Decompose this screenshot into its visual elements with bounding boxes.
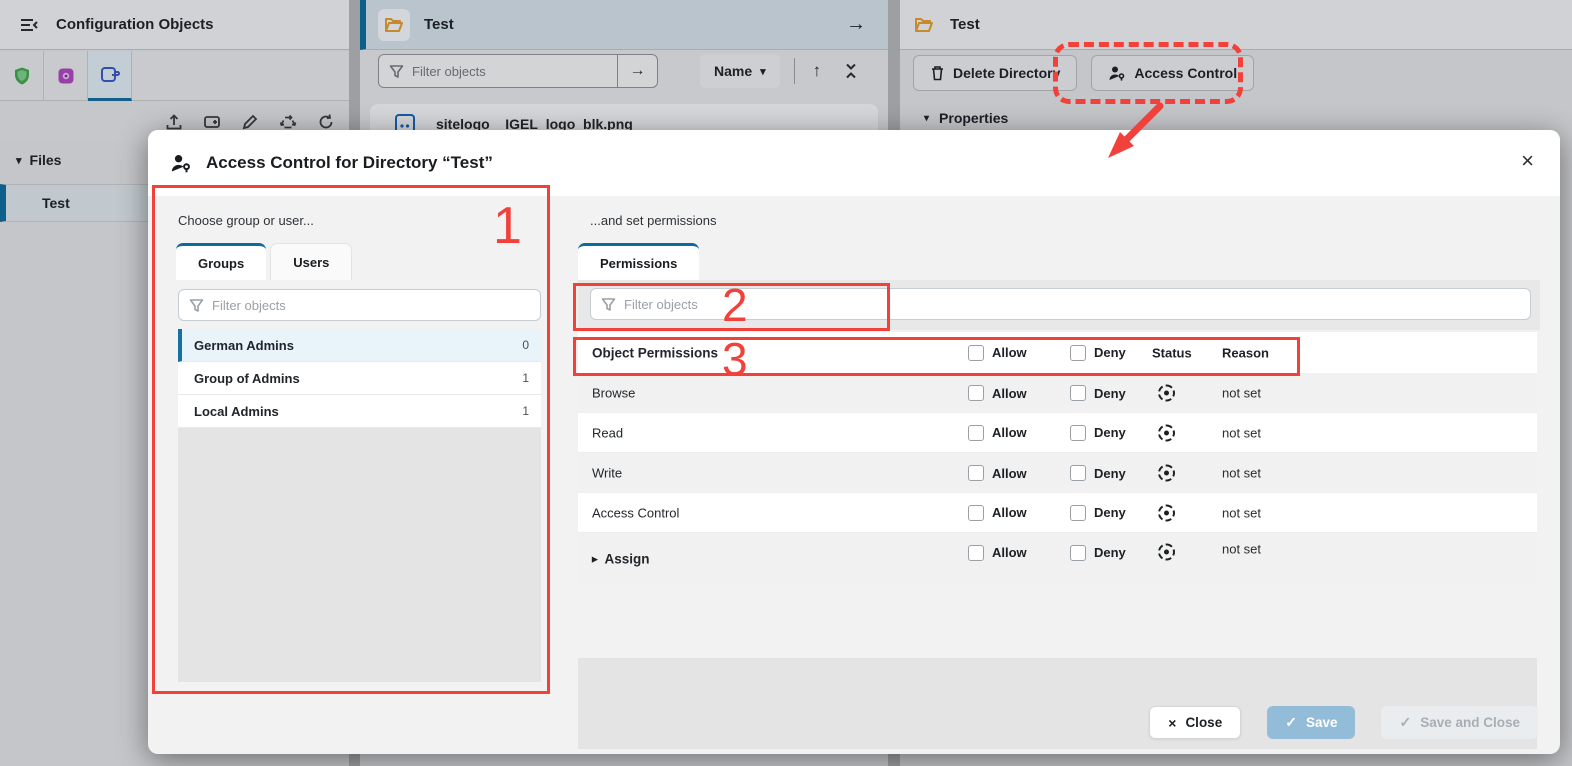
tab-permissions-label: Permissions xyxy=(600,256,677,271)
status-not-set-icon xyxy=(1158,543,1175,560)
status-not-set-icon xyxy=(1158,504,1175,521)
dialog-title: Access Control for Directory “Test” xyxy=(206,153,493,173)
deny-label: Deny xyxy=(1094,505,1126,520)
save-and-close-button[interactable]: ✓ Save and Close xyxy=(1381,706,1538,739)
close-icon[interactable]: × xyxy=(1521,150,1534,172)
deny-checkbox[interactable] xyxy=(1070,465,1086,481)
annotation-box-3 xyxy=(573,337,1300,376)
reason-value: not set xyxy=(1222,505,1261,520)
user-key-icon xyxy=(170,153,192,173)
permission-name: Read xyxy=(592,425,623,440)
check-icon: ✓ xyxy=(1399,714,1411,731)
allow-checkbox[interactable] xyxy=(968,465,984,481)
status-not-set-icon xyxy=(1158,465,1175,482)
save-button-label: Save xyxy=(1306,715,1338,730)
allow-label: Allow xyxy=(992,505,1027,520)
save-and-close-button-label: Save and Close xyxy=(1420,715,1520,730)
permission-row-access-control: Access Control Allow Deny not set xyxy=(578,493,1537,533)
permission-row-read: Read Allow Deny not set xyxy=(578,413,1537,453)
annotation-arrow xyxy=(1090,100,1180,162)
status-not-set-icon xyxy=(1158,385,1175,402)
deny-label: Deny xyxy=(1094,545,1126,560)
check-icon: ✓ xyxy=(1285,714,1297,731)
deny-checkbox[interactable] xyxy=(1070,545,1086,561)
dialog-footer: × Close ✓ Save ✓ Save and Close xyxy=(1149,706,1538,739)
allow-label: Allow xyxy=(992,545,1027,560)
save-button[interactable]: ✓ Save xyxy=(1267,706,1355,739)
deny-label: Deny xyxy=(1094,466,1126,481)
reason-value: not set xyxy=(1222,541,1261,556)
deny-checkbox[interactable] xyxy=(1070,425,1086,441)
allow-label: Allow xyxy=(992,425,1027,440)
permission-row-assign: ▸ Assign Allow Deny not set xyxy=(578,533,1537,585)
deny-label: Deny xyxy=(1094,386,1126,401)
permission-name: Access Control xyxy=(592,505,679,520)
annotation-number-3: 3 xyxy=(722,336,748,382)
deny-checkbox[interactable] xyxy=(1070,385,1086,401)
tab-permissions[interactable]: Permissions xyxy=(578,243,699,280)
annotation-number-1: 1 xyxy=(493,200,522,252)
close-icon: × xyxy=(1168,715,1176,731)
caret-right-icon: ▸ xyxy=(592,553,598,566)
allow-checkbox[interactable] xyxy=(968,545,984,561)
assign-expander[interactable]: ▸ Assign xyxy=(592,552,650,567)
reason-value: not set xyxy=(1222,425,1261,440)
permission-name: Assign xyxy=(605,552,650,567)
screen: Configuration Objects xyxy=(0,0,1572,766)
close-button[interactable]: × Close xyxy=(1149,706,1241,739)
deny-label: Deny xyxy=(1094,425,1126,440)
status-not-set-icon xyxy=(1158,424,1175,441)
annotation-box-1 xyxy=(152,185,550,694)
reason-value: not set xyxy=(1222,386,1261,401)
allow-label: Allow xyxy=(992,466,1027,481)
allow-checkbox[interactable] xyxy=(968,505,984,521)
reason-value: not set xyxy=(1222,466,1261,481)
permission-name: Write xyxy=(592,466,622,481)
allow-label: Allow xyxy=(992,386,1027,401)
permissions-tabs: Permissions xyxy=(578,243,699,280)
allow-checkbox[interactable] xyxy=(968,385,984,401)
annotation-number-2: 2 xyxy=(722,282,748,328)
permissions-heading: ...and set permissions xyxy=(590,213,716,228)
allow-checkbox[interactable] xyxy=(968,425,984,441)
permission-row-write: Write Allow Deny not set xyxy=(578,453,1537,493)
permission-name: Browse xyxy=(592,386,635,401)
deny-checkbox[interactable] xyxy=(1070,505,1086,521)
annotation-dashed-box-access-control xyxy=(1053,42,1243,104)
close-button-label: Close xyxy=(1185,715,1222,730)
